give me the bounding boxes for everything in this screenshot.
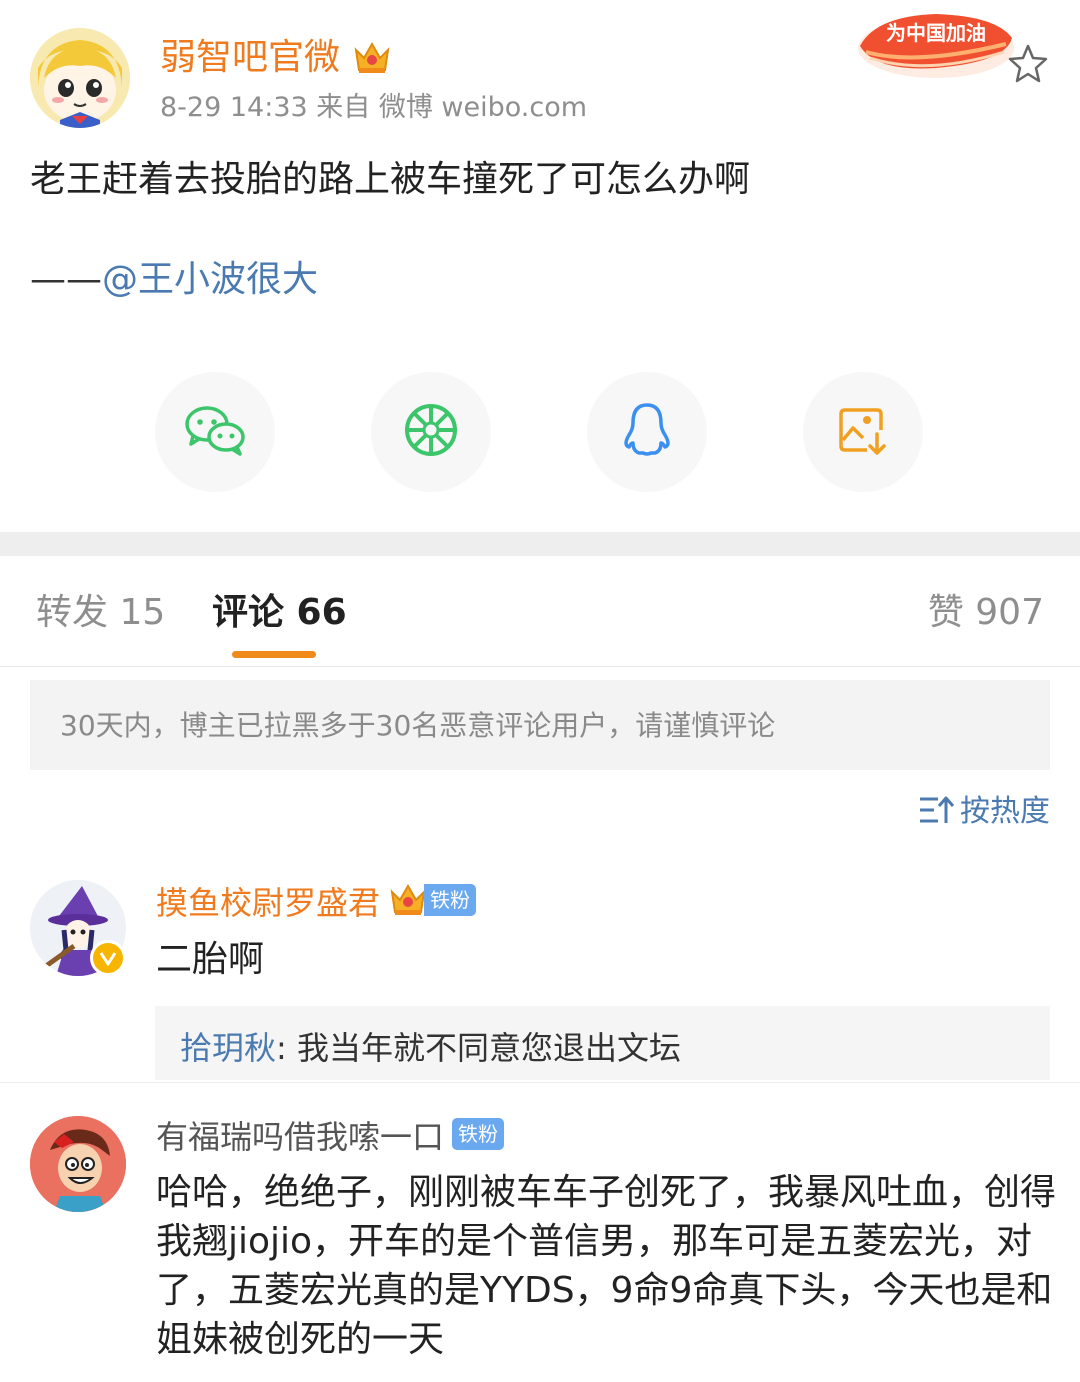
iron-fan-badge: 铁粉 <box>452 1118 504 1150</box>
reply-username[interactable]: 拾玥秋 <box>180 1029 276 1067</box>
tab-likes[interactable]: 赞 907 <box>928 590 1044 636</box>
sort-icon <box>918 793 955 831</box>
comment-divider <box>0 1082 1080 1083</box>
wechat-icon <box>183 402 247 462</box>
comment-text: 二胎啊 <box>156 939 265 980</box>
tab-bar-border <box>0 666 1080 667</box>
favorite-star-icon[interactable] <box>1006 42 1050 86</box>
reply-preview[interactable]: 拾玥秋: 我当年就不同意您退出文坛 <box>180 1026 681 1070</box>
tab-comments[interactable]: 评论 66 <box>212 590 347 636</box>
crown-icon <box>388 880 428 918</box>
crown-icon <box>352 38 392 76</box>
save-image-icon <box>837 404 889 460</box>
tab-reposts[interactable]: 转发 15 <box>36 590 165 636</box>
share-moments-button[interactable] <box>371 372 491 492</box>
verified-badge-icon <box>90 940 126 976</box>
comment-text: 哈哈，绝绝子，刚刚被车车子创死了，我暴风吐血，创得我翘jiojio，开车的是个普… <box>156 1172 1057 1360</box>
iron-fan-badge: 铁粉 <box>424 884 476 916</box>
china-badge-text: 为中国加油 <box>886 21 986 45</box>
commenter-name[interactable]: 有福瑞吗借我嗦一口 <box>156 1116 444 1158</box>
sort-label: 按热度 <box>960 794 1050 829</box>
post-text: 老王赶着去投胎的路上被车撞死了可怎么办啊 <box>30 159 751 200</box>
share-wechat-button[interactable] <box>155 372 275 492</box>
mention-link[interactable]: @王小波很大 <box>102 259 318 300</box>
section-divider <box>0 532 1080 556</box>
comment-notice-text: 30天内，博主已拉黑多于30名恶意评论用户，请谨慎评论 <box>60 709 776 742</box>
author-name[interactable]: 弱智吧官微 <box>160 36 340 80</box>
active-tab-indicator <box>232 651 316 658</box>
author-avatar[interactable] <box>30 28 130 128</box>
post-attribution: ——@王小波很大 <box>30 256 318 304</box>
save-image-button[interactable] <box>803 372 923 492</box>
commenter-name[interactable]: 摸鱼校尉罗盛君 <box>156 882 380 924</box>
attribution-dash: —— <box>30 259 102 300</box>
china-cheer-badge: 为中国加油 <box>856 6 1016 84</box>
moments-icon <box>403 402 459 462</box>
qq-icon <box>621 401 673 463</box>
share-qq-button[interactable] <box>587 372 707 492</box>
reply-separator: : <box>276 1029 297 1067</box>
reply-text: 我当年就不同意您退出文坛 <box>296 1029 681 1067</box>
post-meta: 8-29 14:33 来自 微博 weibo.com <box>160 92 588 123</box>
commenter-avatar[interactable] <box>30 1116 126 1212</box>
sort-by-hot-button[interactable]: 按热度 <box>918 792 1050 832</box>
